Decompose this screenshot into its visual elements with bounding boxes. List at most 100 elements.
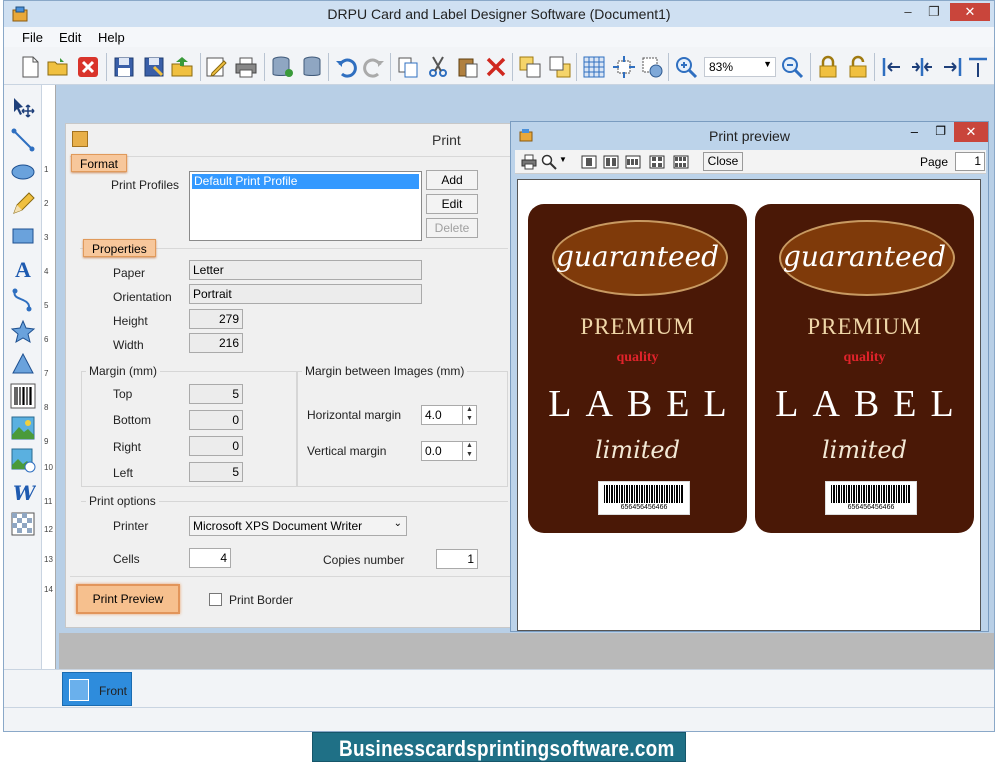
lock-icon[interactable] bbox=[816, 55, 840, 79]
print-panel-title: Print bbox=[432, 132, 461, 148]
close-window-button[interactable]: ✕ bbox=[950, 3, 990, 21]
zoom-select[interactable]: 83% ▼ bbox=[704, 57, 776, 77]
spinner-arrows-icon[interactable]: ▲ ▼ bbox=[462, 405, 476, 425]
zoom-out-icon[interactable] bbox=[780, 55, 804, 79]
star-icon[interactable] bbox=[10, 319, 36, 345]
between-images-group bbox=[297, 371, 508, 487]
vertical-margin-input[interactable]: 0.0 ▲ ▼ bbox=[421, 441, 477, 461]
height-field[interactable]: 279 bbox=[189, 309, 243, 329]
tab-front[interactable]: Front bbox=[62, 672, 132, 706]
triangle-icon[interactable] bbox=[10, 351, 36, 377]
delete-profile-button[interactable]: Delete bbox=[426, 218, 478, 238]
select-icon[interactable] bbox=[10, 95, 36, 121]
cut-icon[interactable] bbox=[426, 55, 450, 79]
library-icon[interactable] bbox=[10, 447, 36, 473]
right-margin-field[interactable]: 0 bbox=[189, 436, 243, 456]
preview-maximize-button[interactable]: ❐ bbox=[935, 124, 946, 138]
database-icon[interactable] bbox=[270, 55, 294, 79]
chevron-down-icon[interactable]: ▼ bbox=[559, 155, 567, 164]
save-as-icon[interactable] bbox=[142, 55, 166, 79]
align-left-icon[interactable] bbox=[880, 55, 904, 79]
export-icon[interactable] bbox=[170, 55, 194, 79]
print-icon[interactable] bbox=[521, 154, 537, 170]
pattern-icon[interactable] bbox=[10, 511, 36, 537]
new-icon[interactable] bbox=[18, 55, 42, 79]
printer-label: Printer bbox=[113, 519, 149, 533]
open-icon[interactable] bbox=[46, 55, 70, 79]
add-profile-button[interactable]: Add bbox=[426, 170, 478, 190]
three-pages-icon[interactable] bbox=[625, 154, 641, 170]
card-guaranteed-text: guaranteed bbox=[782, 240, 947, 273]
print-border-checkbox[interactable] bbox=[209, 593, 222, 606]
two-pages-icon[interactable] bbox=[603, 154, 619, 170]
card-premium-text: PREMIUM bbox=[580, 314, 695, 339]
align-right-icon[interactable] bbox=[940, 55, 964, 79]
ruler-tick: 11 bbox=[44, 497, 53, 506]
close-doc-icon[interactable] bbox=[76, 55, 100, 79]
ruler-tick: 13 bbox=[44, 555, 53, 564]
printer-select[interactable]: Microsoft XPS Document Writer ⌄ bbox=[189, 516, 407, 536]
image-icon[interactable] bbox=[10, 415, 36, 441]
rectangle-icon[interactable] bbox=[10, 223, 36, 249]
top-margin-field[interactable]: 5 bbox=[189, 384, 243, 404]
paper-field[interactable]: Letter bbox=[189, 260, 422, 280]
delete-icon[interactable] bbox=[484, 55, 508, 79]
database2-icon[interactable] bbox=[300, 55, 324, 79]
layer-icon[interactable] bbox=[518, 55, 542, 79]
preview-close-window-button[interactable]: ✕ bbox=[954, 122, 988, 142]
print-preview-button[interactable]: Print Preview bbox=[76, 584, 180, 614]
card-quality-text: quality bbox=[843, 350, 886, 365]
pencil-icon[interactable] bbox=[10, 191, 36, 217]
cells-input[interactable]: 4 bbox=[189, 548, 231, 568]
one-page-icon[interactable] bbox=[581, 154, 597, 170]
left-margin-field[interactable]: 5 bbox=[189, 462, 243, 482]
zoom-icon[interactable] bbox=[541, 154, 557, 170]
align-top-icon[interactable] bbox=[966, 55, 990, 79]
width-field[interactable]: 216 bbox=[189, 333, 243, 353]
svg-text:A: A bbox=[15, 257, 31, 281]
orientation-field[interactable]: Portrait bbox=[189, 284, 422, 304]
print-icon[interactable] bbox=[234, 55, 258, 79]
text-icon[interactable]: A bbox=[10, 255, 36, 281]
horizontal-margin-input[interactable]: 4.0 ▲ ▼ bbox=[421, 405, 477, 425]
zoom-in-icon[interactable] bbox=[674, 55, 698, 79]
align-center-icon[interactable] bbox=[910, 55, 934, 79]
layer2-icon[interactable] bbox=[548, 55, 572, 79]
four-pages-icon[interactable] bbox=[649, 154, 665, 170]
print-profiles-list[interactable]: Default Print Profile bbox=[189, 171, 422, 241]
copy-icon[interactable] bbox=[396, 55, 420, 79]
six-pages-icon[interactable] bbox=[673, 154, 689, 170]
grid-icon[interactable] bbox=[582, 55, 606, 79]
save-icon[interactable] bbox=[112, 55, 136, 79]
list-item-default-profile[interactable]: Default Print Profile bbox=[192, 174, 419, 189]
paste-icon[interactable] bbox=[456, 55, 480, 79]
preview-minimize-button[interactable]: – bbox=[911, 124, 918, 139]
minimize-button[interactable]: – bbox=[898, 3, 918, 21]
card-limited-text: limited bbox=[595, 436, 680, 464]
ellipse-icon[interactable] bbox=[10, 159, 36, 185]
unlock-icon[interactable] bbox=[846, 55, 870, 79]
barcode-icon[interactable] bbox=[10, 383, 36, 409]
redo-icon[interactable] bbox=[362, 55, 386, 79]
page-number-input[interactable]: 1 bbox=[955, 152, 985, 171]
toolbar: 83% ▼ bbox=[4, 47, 994, 85]
page-label: Page bbox=[920, 155, 949, 169]
menu-help[interactable]: Help bbox=[98, 30, 125, 45]
settings-icon[interactable] bbox=[640, 55, 664, 79]
undo-icon[interactable] bbox=[334, 55, 358, 79]
menu-edit[interactable]: Edit bbox=[59, 30, 81, 45]
preview-close-button[interactable]: Close bbox=[703, 152, 743, 171]
menu-file[interactable]: File bbox=[22, 30, 43, 45]
spinner-arrows-icon[interactable]: ▲ ▼ bbox=[462, 441, 476, 461]
copies-input[interactable]: 1 bbox=[436, 549, 478, 569]
maximize-button[interactable]: ❐ bbox=[924, 3, 944, 21]
line-icon[interactable] bbox=[10, 127, 36, 153]
barcode-number: 656456456466 bbox=[620, 504, 668, 511]
card-premium-text: PREMIUM bbox=[807, 314, 922, 339]
curve-icon[interactable] bbox=[10, 287, 36, 313]
edit-profile-button[interactable]: Edit bbox=[426, 194, 478, 214]
bottom-margin-field[interactable]: 0 bbox=[189, 410, 243, 430]
center-icon[interactable] bbox=[612, 55, 636, 79]
edit-icon[interactable] bbox=[204, 55, 228, 79]
wordart-icon[interactable]: W bbox=[10, 479, 36, 505]
